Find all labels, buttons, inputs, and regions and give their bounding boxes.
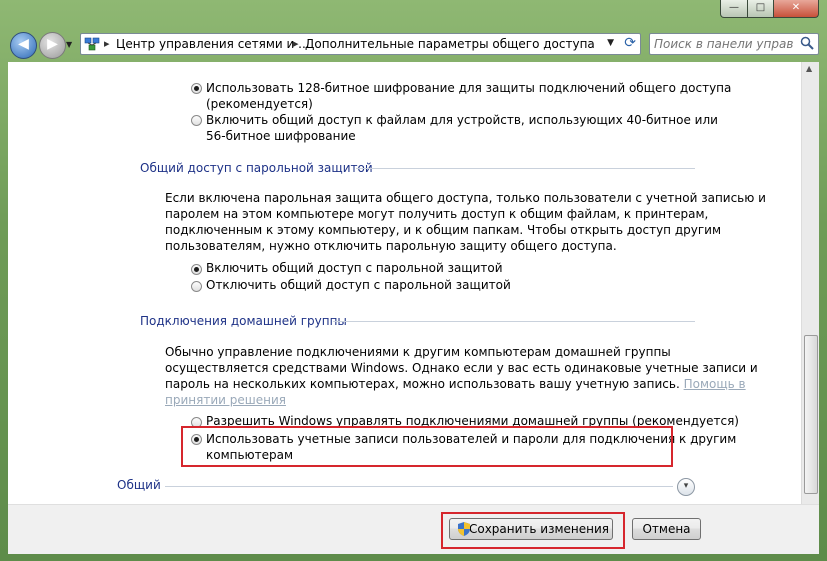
option-40-56bit-label[interactable]: Включить общий доступ к файлам для устро… [206, 112, 718, 144]
forward-button[interactable]: ▶ [39, 32, 66, 59]
arrow-right-icon: ▶ [47, 36, 58, 52]
option-disable-password-label[interactable]: Отключить общий доступ с парольной защит… [206, 278, 511, 292]
close-button[interactable]: ✕ [774, 0, 819, 18]
section-divider [333, 321, 695, 322]
content-pane: Использовать 128-битное шифрование для з… [8, 62, 819, 504]
radio-40-56bit-encryption[interactable] [191, 115, 202, 126]
breadcrumb-separator-icon[interactable]: ▸ [104, 37, 110, 50]
maximize-button[interactable]: □ [748, 0, 774, 18]
section-title-homegroup: Подключения домашней группы [140, 314, 347, 328]
recent-pages-dropdown[interactable]: ▼ [66, 40, 72, 49]
refresh-icon[interactable]: ⟳ [624, 35, 636, 51]
search-input[interactable] [654, 36, 794, 52]
expand-section-button[interactable]: ▾ [677, 478, 695, 496]
help-link[interactable]: Помощь в [684, 377, 746, 391]
highlight-box [181, 426, 673, 467]
cancel-button[interactable]: Отмена [632, 518, 701, 540]
section-title-password-sharing: Общий доступ с парольной защитой [140, 161, 373, 175]
arrow-left-icon: ◀ [18, 36, 29, 52]
search-icon[interactable] [800, 36, 814, 50]
highlight-box [441, 512, 625, 549]
section-divider [165, 486, 673, 487]
breadcrumb-separator-icon[interactable]: ▸ [293, 37, 299, 50]
option-128bit-label[interactable]: Использовать 128-битное шифрование для з… [206, 80, 731, 112]
breadcrumb-advanced-sharing[interactable]: Дополнительные параметры общего доступа [305, 37, 595, 51]
help-link-continued[interactable]: принятии решения [165, 393, 286, 407]
window-controls: — □ ✕ [720, 0, 819, 18]
chevron-down-icon: ▾ [683, 481, 689, 491]
section-title-general: Общий [117, 478, 161, 492]
scroll-up-icon[interactable]: ▲ [806, 64, 812, 73]
password-sharing-description: Если включена парольная защита общего до… [165, 191, 766, 253]
back-button[interactable]: ◀ [10, 32, 37, 59]
option-enable-password-label[interactable]: Включить общий доступ с парольной защито… [206, 261, 503, 275]
address-dropdown-icon[interactable]: ▼ [607, 38, 614, 48]
navigation-bar: ◀ ▶ ▼ ▸ Центр управления сетями и ... ▸ … [0, 26, 827, 62]
breadcrumb-network-center[interactable]: Центр управления сетями и ... [116, 37, 310, 51]
vertical-scrollbar[interactable]: ▲ [801, 62, 819, 504]
section-divider [356, 168, 695, 169]
radio-disable-password-sharing[interactable] [191, 281, 202, 292]
scrollbar-thumb[interactable] [804, 335, 818, 494]
search-box[interactable] [649, 33, 819, 55]
minimize-button[interactable]: — [720, 0, 748, 18]
address-bar[interactable]: ▸ Центр управления сетями и ... ▸ Дополн… [80, 33, 641, 55]
radio-128bit-encryption[interactable] [191, 83, 202, 94]
network-icon [84, 37, 100, 51]
button-bar: Сохранить изменения Отмена [8, 504, 819, 554]
radio-enable-password-sharing[interactable] [191, 264, 202, 275]
homegroup-description: Обычно управление подключениями к другим… [165, 345, 758, 407]
